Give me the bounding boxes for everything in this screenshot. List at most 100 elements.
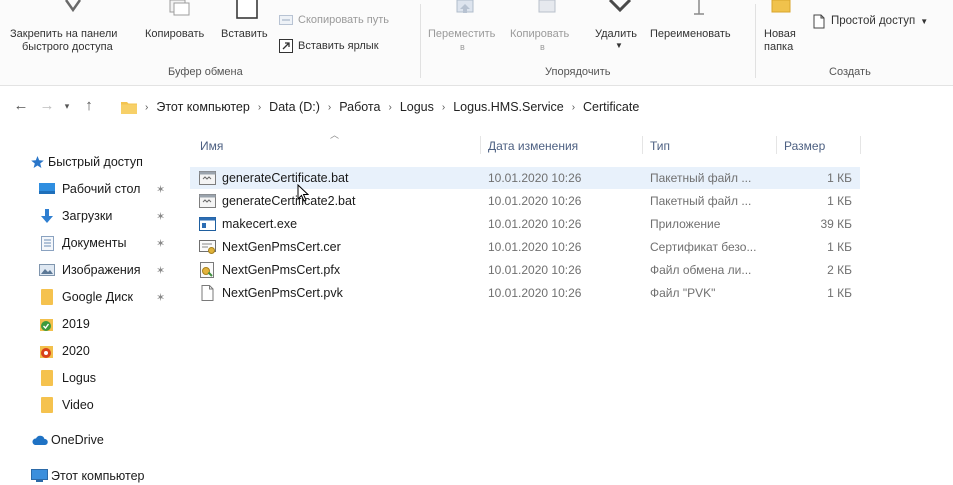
sidebar-item-label: 2020 <box>62 344 90 358</box>
address-bar[interactable]: › Этот компьютер › Data (D:) › Работа › … <box>121 94 947 120</box>
delete-dropdown-icon[interactable]: ▼ <box>615 40 623 52</box>
star-icon <box>30 154 44 170</box>
rename-icon <box>694 0 704 15</box>
pfx-file-icon <box>200 262 214 278</box>
batch-file-icon <box>199 171 216 185</box>
breadcrumb-current[interactable]: Certificate <box>583 100 639 114</box>
sidebar-item-label: OneDrive <box>51 433 104 447</box>
column-divider[interactable] <box>642 136 643 154</box>
file-row[interactable]: makecert.exe 10.01.2020 10:26 Приложение… <box>190 213 860 235</box>
file-date: 10.01.2020 10:26 <box>488 171 582 185</box>
file-size: 1 КБ <box>827 171 852 185</box>
easy-access-button[interactable]: Простой доступ ▼ <box>812 13 928 29</box>
file-type: Приложение <box>650 217 721 231</box>
paste-shortcut-label: Вставить ярлык <box>298 40 379 52</box>
file-date: 10.01.2020 10:26 <box>488 240 582 254</box>
rename-button[interactable]: Переименовать <box>650 0 750 62</box>
ribbon-separator <box>755 4 756 78</box>
pin-label-line1: Закрепить на панели <box>10 28 118 40</box>
column-header-size[interactable]: Размер <box>784 139 825 153</box>
organize-group-label: Упорядочить <box>545 66 611 78</box>
pin-to-quick-access-button[interactable]: Закрепить на панели быстрого доступа <box>2 0 144 62</box>
column-divider[interactable] <box>776 136 777 154</box>
file-row[interactable]: NextGenPmsCert.cer 10.01.2020 10:26 Серт… <box>190 236 860 258</box>
download-icon <box>38 208 56 224</box>
sidebar-item-label: Изображения <box>62 263 141 277</box>
paste-shortcut-button[interactable]: Вставить ярлык <box>279 39 379 53</box>
create-group-label: Создать <box>829 66 871 78</box>
breadcrumb-item[interactable]: Logus.HMS.Service <box>453 100 563 114</box>
copy-path-button[interactable]: Скопировать путь <box>279 14 389 26</box>
breadcrumb-separator-icon[interactable]: › <box>258 102 261 113</box>
desktop-icon <box>38 181 56 197</box>
pin-icon[interactable]: ✶ <box>156 210 165 223</box>
folder-badge-icon <box>38 343 56 359</box>
sidebar-item-2020[interactable]: 2020 <box>38 339 223 363</box>
rename-label: Переименовать <box>650 28 731 40</box>
breadcrumb-separator-icon[interactable]: › <box>572 102 575 113</box>
copy-path-icon <box>279 15 293 25</box>
recent-locations-chevron-icon[interactable]: ▾ <box>58 97 76 115</box>
file-type: Сертификат безо... <box>650 240 757 254</box>
sidebar-item-this-pc[interactable]: Этот компьютер <box>30 464 215 485</box>
file-date: 10.01.2020 10:26 <box>488 286 582 300</box>
folder-icon <box>121 102 137 114</box>
file-name: NextGenPmsCert.cer <box>222 240 341 254</box>
sidebar-item-quick-access[interactable]: Быстрый доступ <box>30 150 215 174</box>
up-arrow-icon[interactable]: ↑ <box>80 97 98 115</box>
new-folder-label-line2: папка <box>764 41 794 53</box>
file-row[interactable]: NextGenPmsCert.pfx 10.01.2020 10:26 Файл… <box>190 259 860 281</box>
file-size: 1 КБ <box>827 286 852 300</box>
chevron-down-icon: ▼ <box>920 16 929 26</box>
copy-to-button[interactable]: Копировать в <box>508 0 588 62</box>
delete-button[interactable]: Удалить ▼ <box>593 0 649 62</box>
sidebar-item-label: Этот компьютер <box>51 469 145 483</box>
breadcrumb-separator-icon[interactable]: › <box>328 102 331 113</box>
breadcrumb-item[interactable]: Этот компьютер <box>156 100 249 114</box>
sidebar-item-video[interactable]: Video <box>38 393 223 417</box>
file-size: 39 КБ <box>820 217 852 231</box>
move-to-button[interactable]: Переместить в <box>424 0 504 62</box>
move-to-icon <box>456 0 474 13</box>
computer-icon <box>30 468 48 484</box>
sidebar-item-label: Документы <box>62 236 127 250</box>
ribbon: Закрепить на панели быстрого доступа Коп… <box>0 0 953 86</box>
pin-icon[interactable]: ✶ <box>156 237 165 250</box>
copy-button[interactable]: Копировать <box>145 0 215 62</box>
paste-button[interactable]: Вставить <box>218 0 276 62</box>
paste-label: Вставить <box>221 28 268 40</box>
pin-label-line2: быстрого доступа <box>22 41 113 53</box>
sidebar-item-label: Загрузки <box>62 209 113 223</box>
back-arrow-icon[interactable]: ← <box>12 97 30 115</box>
delete-icon <box>608 0 632 13</box>
new-folder-button[interactable]: Новая папка <box>758 0 806 62</box>
file-date: 10.01.2020 10:26 <box>488 263 582 277</box>
sidebar-item-logus[interactable]: Logus <box>38 366 223 390</box>
sidebar-item-onedrive[interactable]: OneDrive <box>30 428 215 452</box>
file-size: 1 КБ <box>827 240 852 254</box>
file-row[interactable]: NextGenPmsCert.pvk 10.01.2020 10:26 Файл… <box>190 282 860 304</box>
pin-icon[interactable]: ✶ <box>156 291 165 304</box>
breadcrumb-item[interactable]: Работа <box>339 100 380 114</box>
breadcrumb-item[interactable]: Logus <box>400 100 434 114</box>
paste-shortcut-icon <box>279 39 293 53</box>
file-row[interactable]: generateCertificate2.bat 10.01.2020 10:2… <box>190 190 860 212</box>
forward-arrow-icon[interactable]: → <box>38 97 56 115</box>
file-date: 10.01.2020 10:26 <box>488 194 582 208</box>
column-header-name[interactable]: Имя <box>200 139 223 153</box>
copy-label: Копировать <box>145 28 205 40</box>
sidebar-item-label: Рабочий стол <box>62 182 141 196</box>
column-header-date[interactable]: Дата изменения <box>488 139 578 153</box>
column-divider[interactable] <box>860 136 861 154</box>
breadcrumb-separator-icon[interactable]: › <box>442 102 445 113</box>
column-divider[interactable] <box>480 136 481 154</box>
file-name: NextGenPmsCert.pvk <box>222 286 343 300</box>
breadcrumb-separator-icon[interactable]: › <box>388 102 391 113</box>
breadcrumb-item[interactable]: Data (D:) <box>269 100 320 114</box>
pin-icon[interactable]: ✶ <box>156 264 165 277</box>
pin-icon[interactable]: ✶ <box>156 183 165 196</box>
file-row[interactable]: generateCertificate.bat 10.01.2020 10:26… <box>190 167 860 189</box>
easy-access-label: Простой доступ <box>831 15 916 27</box>
column-header-type[interactable]: Тип <box>650 139 670 153</box>
delete-label: Удалить <box>595 28 637 40</box>
